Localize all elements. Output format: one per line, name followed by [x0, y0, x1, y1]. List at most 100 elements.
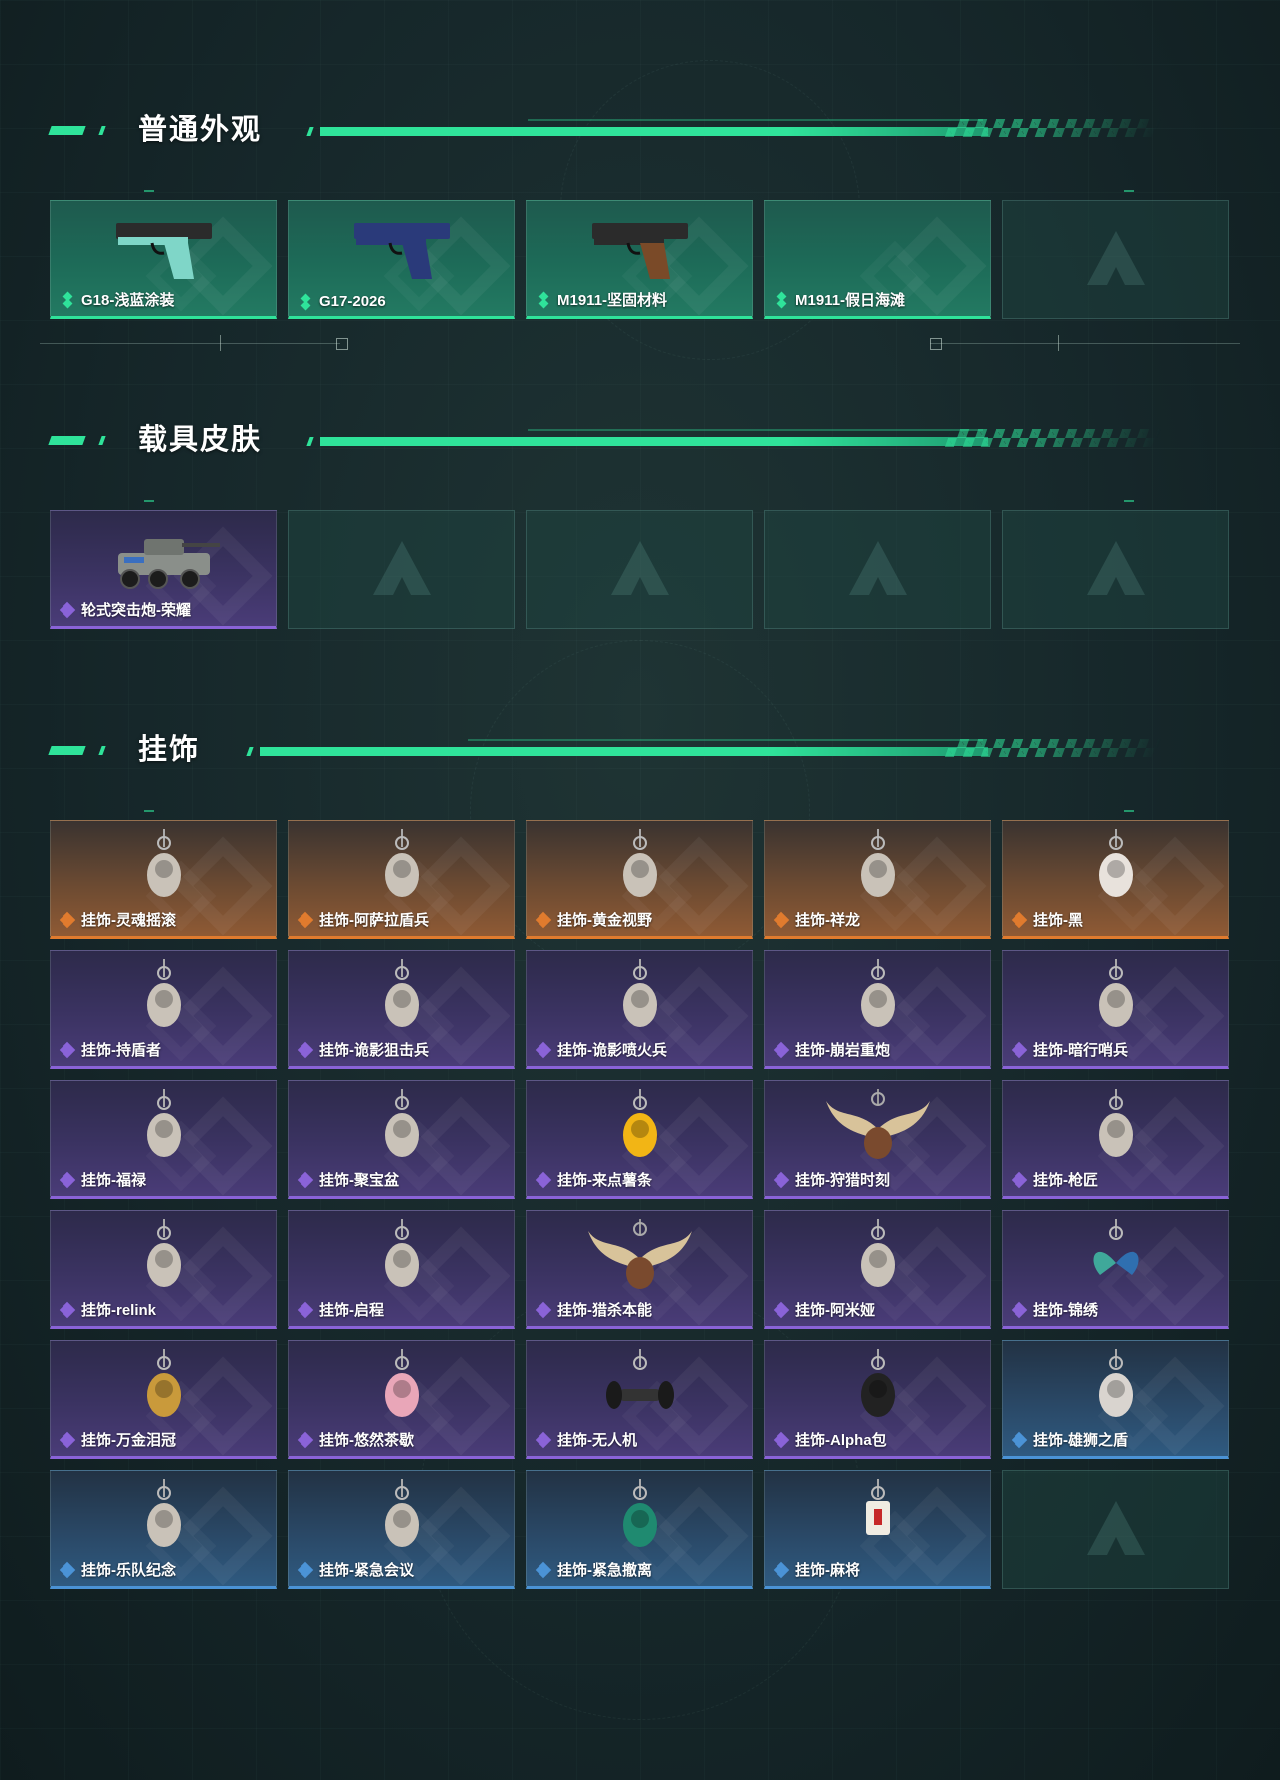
charm-mahjong-icon [865, 1479, 890, 1535]
item-label: 挂饰-狩猎时刻 [773, 1169, 890, 1190]
item-card[interactable]: 轮式突击炮-荣耀 [50, 510, 277, 629]
header-bar-decoration [98, 126, 106, 135]
item-card[interactable]: G18-浅蓝涂装 [50, 200, 277, 319]
section-title: 普通外观 [138, 114, 263, 146]
item-name: 挂饰-乐队纪念 [81, 1562, 176, 1579]
item-label: 挂饰-Alpha包 [773, 1429, 887, 1450]
rarity-purple-icon [535, 1301, 552, 1318]
item-card[interactable]: 挂饰-乐队纪念 [50, 1470, 277, 1589]
item-label: 挂饰-紧急会议 [297, 1559, 414, 1580]
item-card[interactable]: 挂饰-诡影喷火兵 [526, 950, 753, 1069]
item-label: 挂饰-祥龙 [773, 909, 860, 930]
item-card[interactable]: 挂饰-诡影狙击兵 [288, 950, 515, 1069]
item-name: 挂饰-灵魂摇滚 [81, 912, 176, 929]
item-card[interactable]: 挂饰-悠然茶歇 [288, 1340, 515, 1459]
item-card[interactable]: 挂饰-枪匠 [1002, 1080, 1229, 1199]
item-card[interactable]: 挂饰-阿萨拉盾兵 [288, 820, 515, 939]
empty-slot [1002, 510, 1229, 629]
rarity-purple-icon [535, 1431, 552, 1448]
rarity-purple-icon [59, 1431, 76, 1448]
item-name: 挂饰-来点薯条 [557, 1172, 652, 1189]
item-card[interactable]: 挂饰-猎杀本能 [526, 1210, 753, 1329]
section-title: 挂饰 [138, 734, 201, 766]
charm-frame-icon [622, 1479, 657, 1547]
rarity-blue-icon [535, 1561, 552, 1578]
item-card[interactable]: 挂饰-relink [50, 1210, 277, 1329]
charm-antlers-icon [825, 1089, 930, 1159]
item-card[interactable]: 挂饰-Alpha包 [764, 1340, 991, 1459]
item-label: G17-2026 [299, 293, 386, 310]
item-card[interactable]: 挂饰-崩岩重炮 [764, 950, 991, 1069]
rarity-green-icon [299, 293, 313, 310]
item-card[interactable]: 挂饰-紧急撤离 [526, 1470, 753, 1589]
item-card[interactable]: 挂饰-锦绣 [1002, 1210, 1229, 1329]
item-card[interactable]: 挂饰-聚宝盆 [288, 1080, 515, 1199]
item-card[interactable]: 挂饰-黑 [1002, 820, 1229, 939]
item-label: 挂饰-黑 [1011, 909, 1083, 930]
item-card[interactable]: 挂饰-启程 [288, 1210, 515, 1329]
section-title: 载具皮肤 [138, 424, 263, 456]
header-checker-decoration [944, 429, 1162, 447]
pistol-brown-icon [591, 223, 688, 279]
item-name: 挂饰-狩猎时刻 [795, 1172, 890, 1189]
item-card[interactable]: 挂饰-黄金视野 [526, 820, 753, 939]
item-label: 挂饰-枪匠 [1011, 1169, 1098, 1190]
rarity-purple-icon [1011, 1301, 1028, 1318]
corner-mark [144, 500, 154, 502]
item-card[interactable]: 挂饰-雄狮之盾 [1002, 1340, 1229, 1459]
item-card[interactable]: 挂饰-祥龙 [764, 820, 991, 939]
charm-burger-icon [146, 1349, 181, 1417]
empty-slot [288, 510, 515, 629]
item-name: 挂饰-阿米娅 [795, 1302, 875, 1319]
section-header: 挂饰 [48, 730, 1208, 770]
rarity-purple-icon [297, 1301, 314, 1318]
item-card[interactable]: 挂饰-暗行哨兵 [1002, 950, 1229, 1069]
item-card[interactable]: 挂饰-万金泪冠 [50, 1340, 277, 1459]
rarity-purple-icon [59, 601, 76, 618]
charm-shield-icon [1098, 1349, 1133, 1417]
header-tick-decoration [246, 747, 254, 756]
item-card[interactable]: 挂饰-阿米娅 [764, 1210, 991, 1329]
charm-fries-icon [622, 1089, 657, 1157]
item-name: 挂饰-紧急会议 [319, 1562, 414, 1579]
item-label: 挂饰-灵魂摇滚 [59, 909, 176, 930]
empty-slot [764, 510, 991, 629]
item-label: 挂饰-启程 [297, 1299, 384, 1320]
item-grid: 挂饰-灵魂摇滚 挂饰-阿萨拉盾兵 挂饰-黄金视野 挂饰-祥龙 挂饰-黑 挂饰-持盾者 挂饰-… [50, 820, 1229, 1589]
item-card[interactable]: 挂饰-来点薯条 [526, 1080, 753, 1199]
item-label: M1911-坚固材料 [537, 289, 667, 310]
item-label: 挂饰-福禄 [59, 1169, 146, 1190]
header-tick-decoration [306, 437, 314, 446]
item-name: 挂饰-持盾者 [81, 1042, 161, 1059]
item-name: 轮式突击炮-荣耀 [81, 602, 191, 619]
item-name: 挂饰-悠然茶歇 [319, 1432, 414, 1449]
rarity-green-icon [775, 291, 789, 308]
corner-mark [1124, 500, 1134, 502]
item-grid: 轮式突击炮-荣耀 [50, 510, 1229, 629]
item-name: 挂饰-无人机 [557, 1432, 637, 1449]
item-card[interactable]: 挂饰-福禄 [50, 1080, 277, 1199]
item-card[interactable]: M1911-假日海滩 [764, 200, 991, 319]
item-card[interactable]: 挂饰-麻将 [764, 1470, 991, 1589]
item-card[interactable]: M1911-坚固材料 [526, 200, 753, 319]
item-label: 挂饰-暗行哨兵 [1011, 1039, 1128, 1060]
item-label: 挂饰-悠然茶歇 [297, 1429, 414, 1450]
item-card[interactable]: 挂饰-持盾者 [50, 950, 277, 1069]
item-label: 挂饰-诡影喷火兵 [535, 1039, 667, 1060]
item-card[interactable]: G17-2026 [288, 200, 515, 319]
item-label: 挂饰-雄狮之盾 [1011, 1429, 1128, 1450]
item-card[interactable]: 挂饰-狩猎时刻 [764, 1080, 991, 1199]
charm-figure-icon [384, 1479, 419, 1547]
rarity-purple-icon [59, 1041, 76, 1058]
item-card[interactable]: 挂饰-灵魂摇滚 [50, 820, 277, 939]
rarity-blue-icon [297, 1561, 314, 1578]
item-card[interactable]: 挂饰-无人机 [526, 1340, 753, 1459]
item-name: 挂饰-雄狮之盾 [1033, 1432, 1128, 1449]
section-header: 普通外观 [48, 110, 1208, 150]
item-name: 挂饰-黄金视野 [557, 912, 652, 929]
rarity-orange-icon [773, 911, 790, 928]
charm-figure-icon [146, 959, 181, 1027]
item-card[interactable]: 挂饰-紧急会议 [288, 1470, 515, 1589]
rarity-orange-icon [535, 911, 552, 928]
rarity-purple-icon [773, 1431, 790, 1448]
